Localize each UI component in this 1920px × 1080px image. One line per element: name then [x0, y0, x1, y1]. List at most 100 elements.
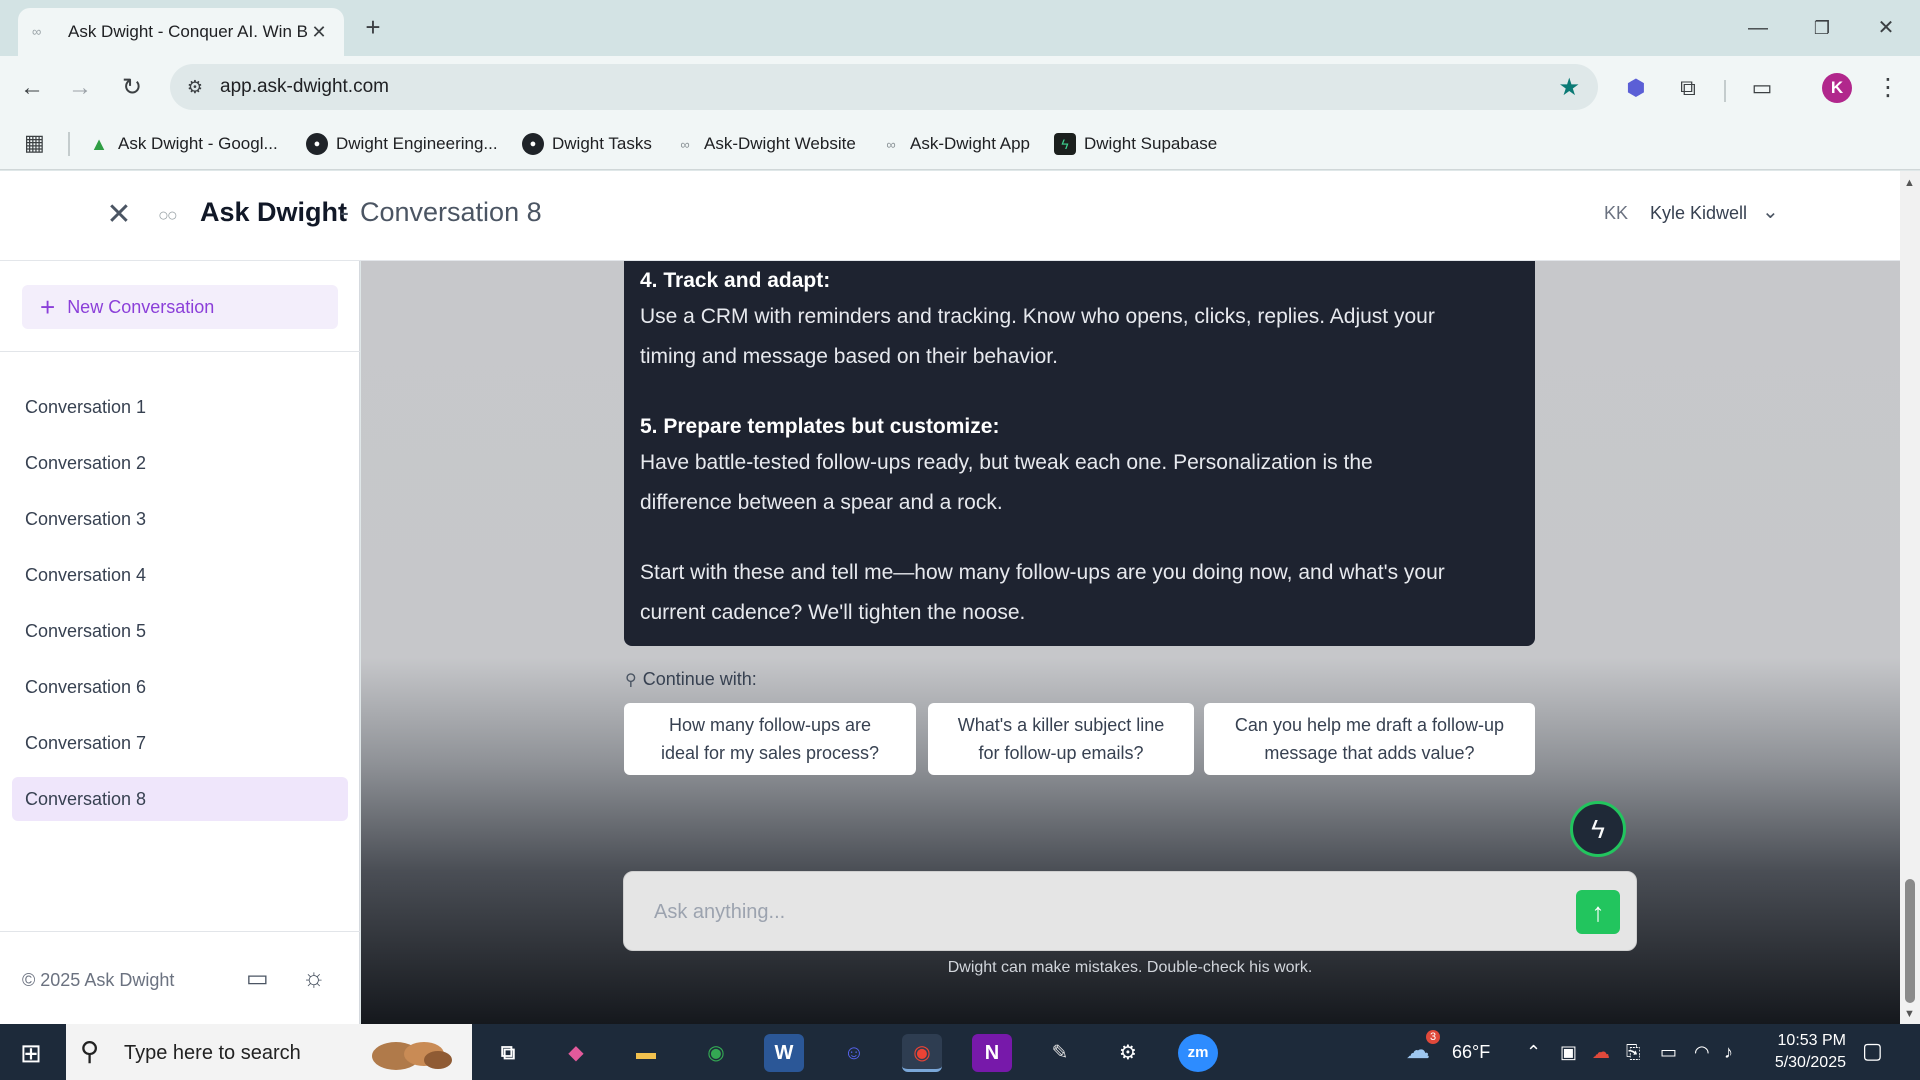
sidebar-item-conversation-4[interactable]: Conversation 4: [12, 553, 348, 597]
discord-icon[interactable]: ☺: [834, 1034, 874, 1072]
bookmark-label: Dwight Tasks: [552, 134, 652, 153]
windows-taskbar: ⊞ ⚲ Type here to search ⧉ ◆ ▬ ◉ W ☺ ◉ N …: [0, 1024, 1920, 1080]
sidebar: + New Conversation Conversation 1 Conver…: [0, 261, 360, 1024]
user-name[interactable]: Kyle Kidwell: [1650, 203, 1747, 224]
volume-icon[interactable]: ♪: [1724, 1042, 1733, 1063]
browser-tab[interactable]: ∞ Ask Dwight - Conquer AI. Win B ✕: [18, 8, 344, 56]
suggestion-line: How many follow-ups are: [668, 715, 872, 735]
word-icon[interactable]: W: [764, 1034, 804, 1072]
sidebar-footer: © 2025 Ask Dwight ▭ ☼: [0, 931, 360, 1024]
new-tab-icon[interactable]: +: [358, 12, 388, 43]
notifications-icon[interactable]: ▢: [1862, 1038, 1883, 1064]
sidebar-item-conversation-7[interactable]: Conversation 7: [12, 721, 348, 765]
send-arrow-up-icon[interactable]: ↑: [1576, 890, 1620, 934]
cloud-sync-icon[interactable]: ☁: [1592, 1042, 1610, 1063]
github-icon: ●: [522, 133, 544, 155]
forward-icon[interactable]: →: [60, 68, 100, 108]
bookmark-item[interactable]: ● Dwight Tasks: [522, 130, 652, 158]
lightning-bolt-icon[interactable]: ϟ: [1570, 801, 1626, 857]
page-scrollbar[interactable]: ▲ ▼: [1900, 171, 1920, 1024]
site-settings-icon[interactable]: ⚙: [182, 74, 208, 100]
scroll-up-arrow-icon[interactable]: ▲: [1904, 177, 1915, 189]
bookmark-item[interactable]: ∞ Ask-Dwight Website: [674, 130, 855, 158]
supabase-icon: ϟ: [1054, 133, 1076, 155]
close-sidebar-icon[interactable]: ✕: [104, 197, 134, 232]
search-icon: ⚲: [80, 1036, 100, 1066]
link-icon: ∞: [886, 136, 896, 152]
sidebar-item-conversation-2[interactable]: Conversation 2: [12, 441, 348, 485]
user-initials[interactable]: KK: [1604, 203, 1628, 224]
window-close-icon[interactable]: ✕: [1866, 8, 1906, 48]
scroll-thumb[interactable]: [1905, 879, 1915, 1003]
bookmark-item[interactable]: ▲ Ask Dwight - Googl...: [88, 130, 278, 158]
bookmark-star-icon[interactable]: ★: [1558, 73, 1580, 102]
new-conversation-button[interactable]: + New Conversation: [22, 285, 338, 329]
clock[interactable]: 10:53 PM 5/30/2025: [1766, 1030, 1846, 1074]
assistant-message: 4. Track and adapt: Use a CRM with remin…: [624, 261, 1535, 646]
extension-puzzle-app-icon[interactable]: ⬢: [1616, 68, 1656, 108]
bookmark-item[interactable]: ϟ Dwight Supabase: [1054, 130, 1217, 158]
onenote-icon[interactable]: N: [972, 1034, 1012, 1072]
suggestion-button[interactable]: What's a killer subject line for follow-u…: [928, 703, 1194, 775]
message-section-4: 4. Track and adapt: Use a CRM with remin…: [640, 269, 1520, 377]
app-header: ✕ ○○ Ask Dwight - Conversation 8 KK Kyle…: [0, 171, 1900, 261]
meet-now-icon[interactable]: ▣: [1560, 1042, 1577, 1063]
sidebar-item-conversation-6[interactable]: Conversation 6: [12, 665, 348, 709]
suggestion-button[interactable]: Can you help me draft a follow-up message…: [1204, 703, 1535, 775]
zoom-icon[interactable]: zm: [1178, 1034, 1218, 1072]
reload-icon[interactable]: ↻: [112, 68, 152, 108]
bookmarks-divider: [68, 132, 70, 156]
ask-input[interactable]: [654, 892, 1534, 932]
sidebar-item-conversation-5[interactable]: Conversation 5: [12, 609, 348, 653]
composer: ↑: [623, 871, 1637, 951]
menu-dots-icon[interactable]: ⋮: [1868, 68, 1908, 108]
bookmarks-bar: ▦ ▲ Ask Dwight - Googl... ● Dwight Engin…: [0, 118, 1920, 170]
sidebar-item-conversation-1[interactable]: Conversation 1: [12, 385, 348, 429]
cast-icon[interactable]: ▭: [1742, 68, 1782, 108]
extensions-icon[interactable]: ⧉: [1668, 68, 1708, 108]
settings-gear-icon[interactable]: ⚙: [1108, 1034, 1148, 1072]
suggestion-line: for follow-up emails?: [978, 743, 1144, 763]
url-text[interactable]: app.ask-dwight.com: [220, 76, 389, 98]
paint-icon[interactable]: ✎: [1040, 1034, 1080, 1072]
suggestion-button[interactable]: How many follow-ups are ideal for my sale…: [624, 703, 916, 775]
suggestion-line: message that adds value?: [1264, 743, 1475, 763]
weather-badge: 3: [1426, 1030, 1440, 1044]
taskbar-search[interactable]: ⚲ Type here to search: [66, 1024, 472, 1080]
back-icon[interactable]: ←: [12, 68, 52, 108]
section-text: timing and message based on their behavi…: [640, 345, 1058, 368]
battery-icon[interactable]: ▭: [1660, 1042, 1677, 1063]
closing-text: current cadence? We'll tighten the noose…: [640, 601, 1026, 624]
bookmark-item[interactable]: ● Dwight Engineering...: [306, 130, 498, 158]
title-separator: -: [340, 197, 349, 227]
temperature-text[interactable]: 66°F: [1452, 1042, 1490, 1063]
bookmark-label: Dwight Supabase: [1084, 134, 1218, 153]
task-view-icon[interactable]: ⧉: [488, 1034, 528, 1072]
microphone-icon[interactable]: ⎘: [1626, 1042, 1640, 1063]
close-tab-icon[interactable]: ✕: [308, 22, 330, 43]
conversation-title: Conversation 8: [360, 197, 542, 227]
bookmark-item[interactable]: ∞ Ask-Dwight App: [880, 130, 1030, 158]
theme-toggle-sun-icon[interactable]: ☼: [302, 962, 326, 993]
restore-icon[interactable]: ❐: [1802, 8, 1842, 48]
chrome-profile-icon[interactable]: ◉: [902, 1034, 942, 1072]
disclaimer-text: Dwight can make mistakes. Double-check h…: [947, 959, 1313, 976]
copilot-icon[interactable]: ◆: [556, 1034, 596, 1072]
feedback-chat-icon[interactable]: ▭: [246, 964, 269, 993]
apps-grid-icon[interactable]: ▦: [24, 130, 45, 156]
chevron-down-icon[interactable]: ⌄: [1762, 199, 1779, 224]
drive-icon: ▲: [90, 133, 108, 154]
link-icon: ∞: [680, 136, 690, 152]
chevron-up-icon[interactable]: ⌃: [1526, 1042, 1541, 1063]
address-bar[interactable]: ⚙ app.ask-dwight.com ★: [170, 64, 1598, 110]
windows-start-icon[interactable]: ⊞: [20, 1038, 42, 1069]
file-explorer-icon[interactable]: ▬: [626, 1034, 666, 1072]
wifi-icon[interactable]: ◠: [1694, 1042, 1710, 1063]
sidebar-item-conversation-3[interactable]: Conversation 3: [12, 497, 348, 541]
minimize-icon[interactable]: —: [1738, 8, 1778, 48]
profile-avatar[interactable]: K: [1822, 73, 1852, 103]
scroll-down-arrow-icon[interactable]: ▼: [1904, 1008, 1915, 1020]
chrome-icon[interactable]: ◉: [696, 1034, 736, 1072]
continue-with-label: ⚲ Continue with:: [625, 669, 757, 690]
sidebar-item-conversation-8[interactable]: Conversation 8: [12, 777, 348, 821]
